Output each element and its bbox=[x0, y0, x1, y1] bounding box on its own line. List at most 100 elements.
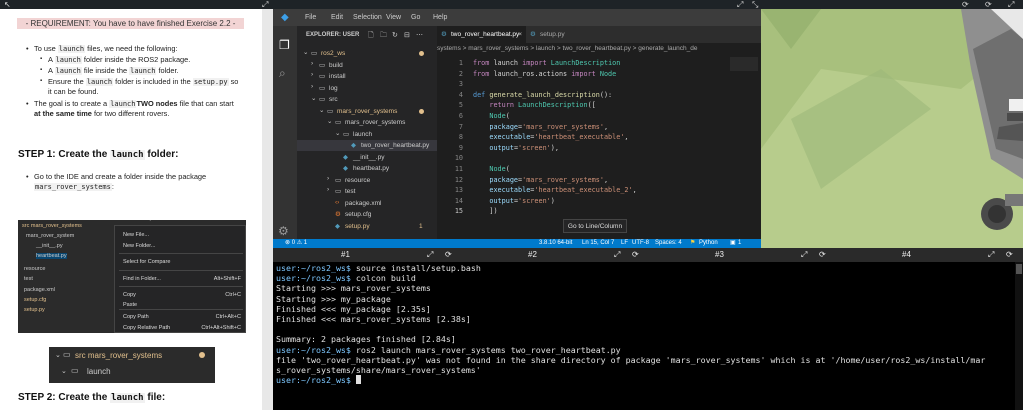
chevron-down-icon: ⌄ bbox=[335, 129, 341, 137]
collapse-icon[interactable]: ⤡ bbox=[752, 0, 758, 9]
python-file-icon: ◆ bbox=[343, 153, 348, 161]
search-icon[interactable]: ⌕ bbox=[279, 66, 286, 81]
new-folder-icon[interactable]: 🗀 bbox=[380, 31, 387, 42]
code-line: output='screen'), bbox=[489, 143, 559, 152]
tree-item[interactable]: ◆ two_rover_heartbeat.py bbox=[297, 140, 437, 151]
menu-separator bbox=[119, 286, 243, 287]
tree-item[interactable]: ⌄ ▭ src bbox=[297, 94, 437, 105]
refresh-icon[interactable]: ⟳ bbox=[962, 0, 969, 9]
expand-icon[interactable]: ↖ bbox=[4, 0, 11, 9]
python-version[interactable]: 3.8.10 64-bit bbox=[539, 239, 572, 248]
language-mode[interactable]: Python bbox=[699, 239, 718, 248]
tree-item[interactable]: ⌄ ▭ mars_rover_systems bbox=[297, 117, 437, 128]
tree-item[interactable]: › ▭ log bbox=[297, 83, 437, 94]
status-count[interactable]: 1 bbox=[738, 239, 741, 248]
terminal[interactable]: user:~/ros2_ws$ source install/setup.bas… bbox=[273, 262, 1023, 410]
bullet-item: at the same time for two different rover… bbox=[34, 109, 170, 118]
tree-item-label: launch bbox=[353, 130, 373, 138]
tree-item[interactable]: ◆ setup.py 1 bbox=[297, 221, 437, 232]
menu-edit[interactable]: Edit bbox=[331, 9, 343, 26]
expand-icon[interactable]: ⤢ bbox=[262, 0, 268, 9]
code-line: executable='heartbeat_executable', bbox=[489, 133, 629, 142]
tree-item[interactable]: ⚙ setup.cfg bbox=[297, 209, 437, 220]
tree-item[interactable]: ⌄ ▭ ros2_ws bbox=[297, 48, 437, 59]
status-bar: ⊗ 0 ⚠ 1 3.8.10 64-bit Ln 15, Col 7 LF UT… bbox=[273, 239, 761, 248]
menu-file[interactable]: File bbox=[305, 9, 316, 26]
expand-icon[interactable]: ⤢ bbox=[801, 248, 807, 262]
menu-view[interactable]: View bbox=[386, 9, 401, 26]
config-file-icon: ⚙ bbox=[335, 211, 341, 218]
expand-icon[interactable]: ⤢ bbox=[988, 248, 994, 262]
tree-item[interactable]: ◆ heartbeat.py bbox=[297, 163, 437, 174]
tab-two-rover-heartbeat[interactable]: ⚙ two_rover_heartbeat.py × bbox=[437, 26, 526, 43]
encoding-indicator[interactable]: UTF-8 bbox=[632, 239, 649, 248]
terminal-line: Finished <<< mars_rover_systems [2.38s] bbox=[276, 314, 471, 324]
terminal-icon: ▣ bbox=[730, 240, 736, 246]
chevron-down-icon: ⌄ bbox=[311, 95, 317, 102]
step2-heading: STEP 2: Create the launch file: bbox=[18, 392, 166, 403]
scroll-thumb[interactable] bbox=[1016, 264, 1022, 274]
refresh-icon[interactable]: ⟳ bbox=[819, 248, 826, 262]
gear-icon[interactable]: ⚙ bbox=[278, 224, 289, 238]
line-number: 2 bbox=[458, 69, 463, 78]
menu-selection[interactable]: Selection bbox=[353, 9, 382, 26]
line-number: 7 bbox=[458, 122, 463, 131]
eol-indicator[interactable]: LF bbox=[621, 239, 628, 248]
tree-item-label: ros2_ws bbox=[321, 50, 346, 57]
files-icon[interactable]: ❐ bbox=[279, 38, 290, 52]
problems-count[interactable]: ⊗ 0 ⚠ 1 bbox=[285, 239, 307, 248]
breadcrumb[interactable]: systems > mars_rover_systems > launch > … bbox=[437, 43, 761, 55]
menu-go[interactable]: Go bbox=[411, 9, 420, 26]
refresh-icon[interactable]: ⟳ bbox=[1006, 248, 1013, 262]
new-file-icon[interactable]: 🗋 bbox=[368, 31, 374, 42]
inline-code: launch bbox=[109, 100, 137, 108]
terminal-line: s_rover_systems/share/mars_rover_systems… bbox=[276, 365, 481, 375]
tree-item[interactable]: › ▭ build bbox=[297, 60, 437, 71]
code-editor[interactable]: 1 from launch import LaunchDescription 2 fr… bbox=[437, 55, 761, 239]
menu-separator bbox=[119, 270, 243, 271]
fullscreen-icon[interactable]: ⤢ bbox=[1008, 0, 1014, 9]
tab-setup-py[interactable]: ⚙ setup.py bbox=[526, 26, 581, 43]
chevron-down-icon: ⌄ bbox=[61, 368, 67, 375]
tree-item[interactable]: › ▭ resource bbox=[297, 175, 437, 186]
folder-icon: ▭ bbox=[319, 61, 326, 69]
line-number: 11 bbox=[454, 165, 463, 173]
folder-icon: ▭ bbox=[71, 366, 79, 375]
tree-item[interactable]: ⌄ ▭ mars_rover_systems bbox=[297, 106, 437, 117]
tree-item: src mars_rover_systems bbox=[22, 223, 82, 229]
folder-row-src: src mars_rover_systems bbox=[75, 351, 163, 360]
code-line: def generate_launch_description(): bbox=[473, 90, 613, 99]
tree-item[interactable]: ⌄ ▭ launch bbox=[297, 129, 437, 140]
minimap[interactable] bbox=[730, 57, 758, 71]
terminal-tab-1[interactable]: #1 ⤢ ⟳ bbox=[273, 248, 460, 262]
more-icon[interactable]: ⋯ bbox=[416, 31, 423, 39]
expand-icon[interactable]: ⤢ bbox=[614, 248, 620, 262]
refresh-icon[interactable]: ↻ bbox=[392, 31, 398, 39]
refresh-icon[interactable]: ⟳ bbox=[632, 248, 639, 262]
expand-icon[interactable]: ⤢ bbox=[427, 248, 433, 262]
step1-bullet: Go to the IDE and create a folder inside… bbox=[26, 172, 206, 192]
python-file-icon: ◆ bbox=[351, 142, 356, 149]
cursor-position[interactable]: Ln 15, Col 7 bbox=[582, 239, 614, 248]
tree-item[interactable]: ‹› package.xml bbox=[297, 198, 437, 209]
indent-indicator[interactable]: Spaces: 4 bbox=[655, 239, 682, 248]
simulation-scene bbox=[761, 9, 1023, 248]
tree-item[interactable]: › ▭ test bbox=[297, 186, 437, 197]
tree-item[interactable]: › ▭ install bbox=[297, 71, 437, 82]
reset-icon[interactable]: ⟳ bbox=[985, 0, 992, 9]
tree-item[interactable]: ◆ __init__.py bbox=[297, 152, 437, 163]
close-icon[interactable]: × bbox=[518, 26, 522, 43]
chevron-right-icon: › bbox=[311, 82, 314, 90]
terminal-tab-3[interactable]: #3 ⤢ ⟳ bbox=[647, 248, 834, 262]
simulation-view[interactable] bbox=[761, 9, 1023, 248]
terminal-scrollbar[interactable] bbox=[1015, 262, 1023, 410]
refresh-icon[interactable]: ⟳ bbox=[445, 248, 452, 262]
collapse-icon[interactable]: ⊟ bbox=[404, 31, 410, 39]
fullscreen-icon[interactable]: ⤢ bbox=[737, 0, 743, 9]
panel-divider[interactable] bbox=[262, 9, 273, 410]
line-number: 5 bbox=[458, 101, 463, 110]
terminal-tab-4[interactable]: #4 ⤢ ⟳ bbox=[834, 248, 1021, 262]
terminal-tab-2[interactable]: #2 ⤢ ⟳ bbox=[460, 248, 647, 262]
menu-help[interactable]: Help bbox=[433, 9, 447, 26]
editor-tabs: ⚙ two_rover_heartbeat.py × ⚙ setup.py bbox=[437, 26, 761, 43]
